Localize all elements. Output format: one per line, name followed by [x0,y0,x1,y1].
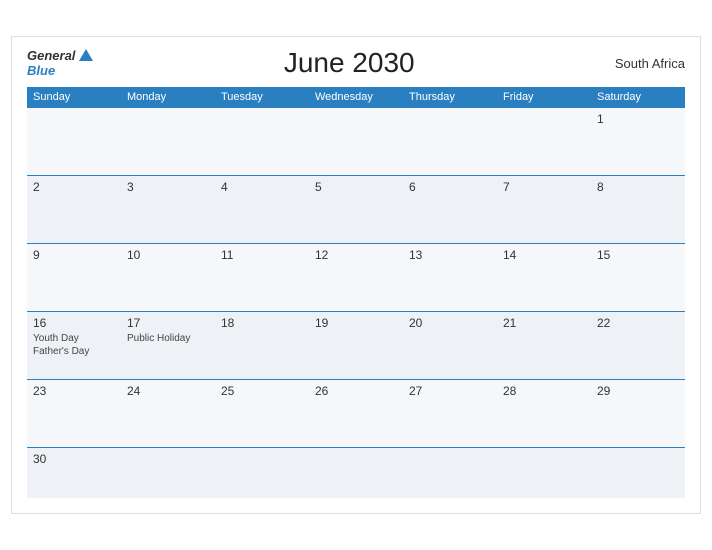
calendar-week-row: 16Youth DayFather's Day17Public Holiday1… [27,312,685,380]
day-number: 18 [221,316,303,330]
logo-general-text: General [27,48,75,63]
calendar-day-cell: 30 [27,448,121,498]
calendar-day-cell [403,108,497,176]
day-number: 2 [33,180,115,194]
calendar: General Blue June 2030 South Africa Sund… [11,36,701,514]
day-number: 23 [33,384,115,398]
calendar-day-cell [591,448,685,498]
weekday-header-saturday: Saturday [591,87,685,108]
day-number: 8 [597,180,679,194]
calendar-day-cell: 13 [403,244,497,312]
calendar-day-cell: 26 [309,380,403,448]
calendar-day-cell: 20 [403,312,497,380]
calendar-day-cell: 17 Public Holiday [121,312,215,380]
calendar-title: June 2030 [93,47,605,79]
calendar-day-cell [27,108,121,176]
calendar-day-cell: 27 [403,380,497,448]
day-number: 9 [33,248,115,262]
weekday-header-sunday: Sunday [27,87,121,108]
calendar-day-cell: 16 Youth DayFather's Day [27,312,121,380]
day-number: 25 [221,384,303,398]
day-event: Father's Day [33,345,115,358]
weekday-header-monday: Monday [121,87,215,108]
calendar-day-cell: 29 [591,380,685,448]
day-number: 15 [597,248,679,262]
weekday-header-wednesday: Wednesday [309,87,403,108]
calendar-table: SundayMondayTuesdayWednesdayThursdayFrid… [27,87,685,498]
day-number: 12 [315,248,397,262]
day-event: Public Holiday [127,332,209,345]
calendar-day-cell: 22 [591,312,685,380]
day-number: 19 [315,316,397,330]
day-number: 6 [409,180,491,194]
calendar-day-cell: 6 [403,176,497,244]
day-number: 27 [409,384,491,398]
calendar-week-row: 30 [27,448,685,498]
calendar-day-cell: 21 [497,312,591,380]
calendar-day-cell [215,448,309,498]
day-event: Youth Day [33,332,115,345]
day-number: 11 [221,248,303,262]
day-number: 14 [503,248,585,262]
calendar-day-cell: 28 [497,380,591,448]
calendar-day-cell: 9 [27,244,121,312]
day-number: 20 [409,316,491,330]
day-number: 4 [221,180,303,194]
calendar-week-row: 9 10 11 12 13 14 15 [27,244,685,312]
calendar-day-cell: 23 [27,380,121,448]
day-number: 7 [503,180,585,194]
logo-triangle-icon [79,49,93,61]
calendar-day-cell [497,448,591,498]
calendar-day-cell [309,448,403,498]
calendar-day-cell: 15 [591,244,685,312]
calendar-day-cell: 19 [309,312,403,380]
day-number: 21 [503,316,585,330]
day-number: 3 [127,180,209,194]
calendar-day-cell: 14 [497,244,591,312]
weekday-header-friday: Friday [497,87,591,108]
calendar-day-cell: 25 [215,380,309,448]
day-number: 26 [315,384,397,398]
calendar-day-cell [497,108,591,176]
calendar-day-cell: 18 [215,312,309,380]
calendar-day-cell: 1 [591,108,685,176]
calendar-day-cell: 3 [121,176,215,244]
calendar-day-cell: 5 [309,176,403,244]
calendar-day-cell [121,448,215,498]
day-number: 10 [127,248,209,262]
day-number: 17 [127,316,209,330]
calendar-day-cell: 24 [121,380,215,448]
day-number: 1 [597,112,679,126]
calendar-day-cell: 10 [121,244,215,312]
calendar-day-cell [403,448,497,498]
calendar-header: General Blue June 2030 South Africa [27,47,685,79]
calendar-day-cell: 12 [309,244,403,312]
day-number: 16 [33,316,115,330]
day-number: 5 [315,180,397,194]
calendar-country: South Africa [605,56,685,71]
calendar-week-row: 2345678 [27,176,685,244]
logo-blue-text: Blue [27,63,55,78]
day-number: 29 [597,384,679,398]
calendar-day-cell: 2 [27,176,121,244]
calendar-day-cell [309,108,403,176]
calendar-day-cell [215,108,309,176]
day-number: 30 [33,452,115,466]
day-number: 24 [127,384,209,398]
day-number: 22 [597,316,679,330]
day-number: 13 [409,248,491,262]
calendar-day-cell: 7 [497,176,591,244]
weekday-header-row: SundayMondayTuesdayWednesdayThursdayFrid… [27,87,685,108]
calendar-day-cell: 11 [215,244,309,312]
day-number: 28 [503,384,585,398]
weekday-header-thursday: Thursday [403,87,497,108]
logo: General Blue [27,48,93,78]
calendar-day-cell: 4 [215,176,309,244]
calendar-week-row: 23 24 25 26 27 28 29 [27,380,685,448]
calendar-week-row: 1 [27,108,685,176]
weekday-header-tuesday: Tuesday [215,87,309,108]
calendar-day-cell: 8 [591,176,685,244]
calendar-day-cell [121,108,215,176]
